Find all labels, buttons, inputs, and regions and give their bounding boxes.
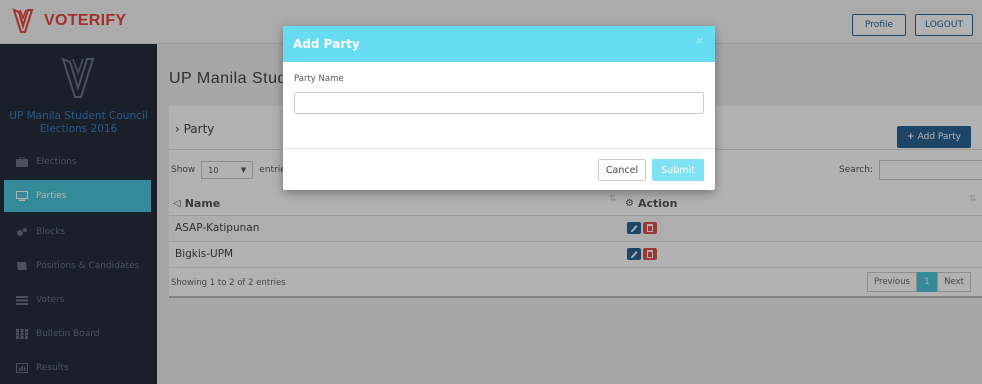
- modal-title: Add Party: [293, 37, 360, 51]
- close-icon[interactable]: ×: [695, 34, 704, 47]
- modal-header: Add Party ×: [283, 26, 715, 62]
- cancel-button[interactable]: Cancel: [598, 159, 646, 181]
- modal-footer-divider: [283, 148, 715, 149]
- add-party-modal: Add Party × Party Name Cancel Submit: [283, 26, 715, 190]
- submit-button[interactable]: Submit: [652, 159, 704, 181]
- party-name-label: Party Name: [294, 74, 344, 84]
- party-name-input[interactable]: [294, 92, 704, 114]
